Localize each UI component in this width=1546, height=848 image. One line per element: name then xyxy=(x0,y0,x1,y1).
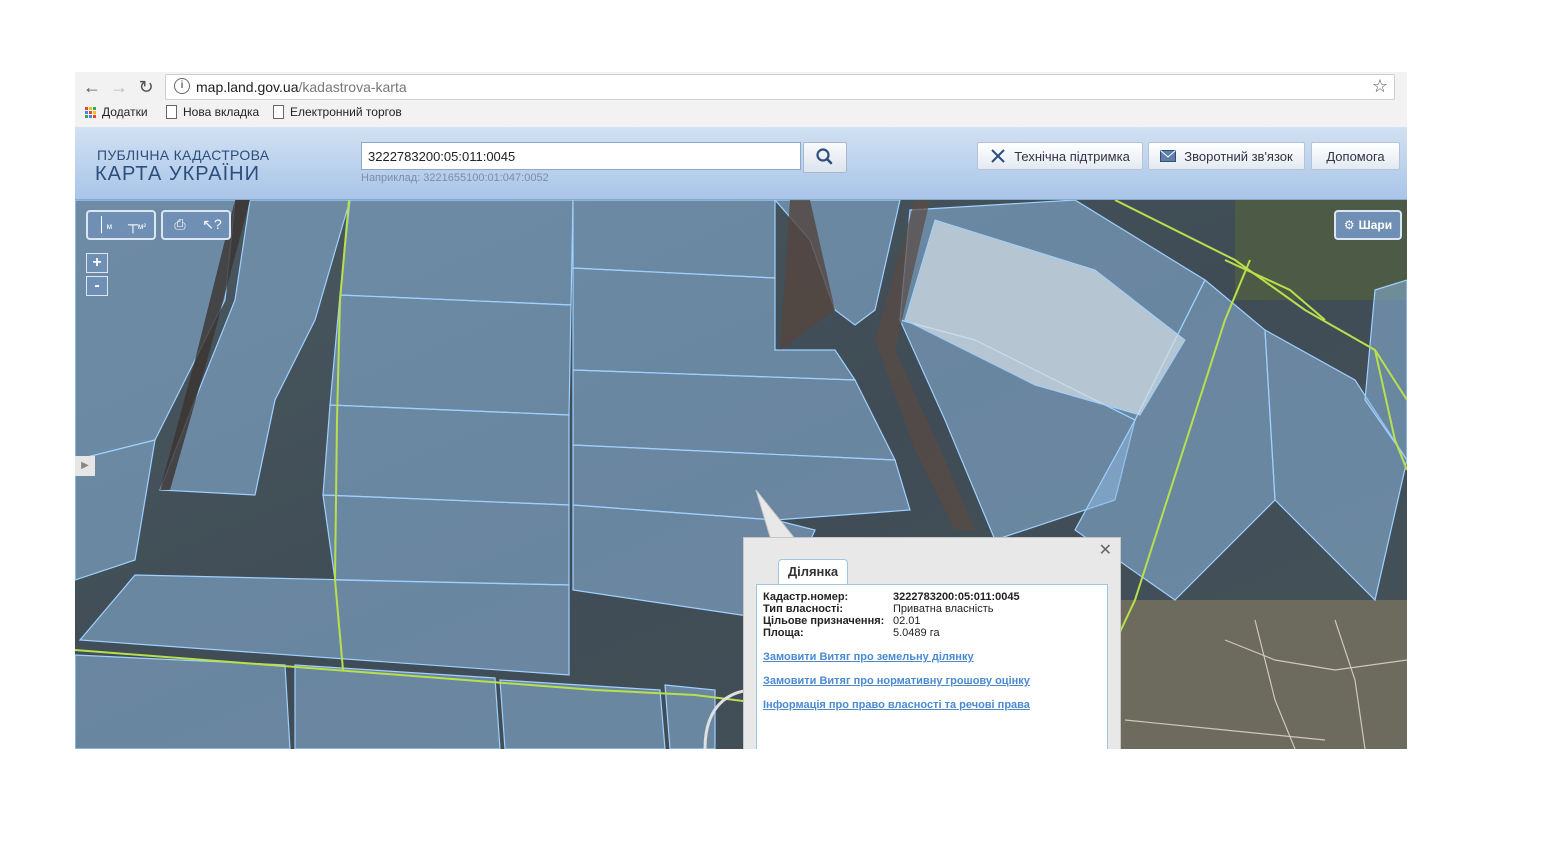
page-icon xyxy=(273,105,284,119)
address-bar[interactable]: i map.land.gov.ua/kadastrova-karta ☆ xyxy=(165,74,1395,100)
tab-parcel[interactable]: Ділянка xyxy=(778,559,848,585)
bookmark-label: Нова вкладка xyxy=(183,105,260,119)
cadastral-search-input[interactable]: 3222783200:05:011:0045 xyxy=(361,142,801,170)
measure-unit-area: м² xyxy=(137,222,147,231)
identify-cursor-icon[interactable]: ↖? xyxy=(196,212,228,236)
support-label: Технічна підтримка xyxy=(1014,148,1130,164)
gear-icon: ⚙ xyxy=(1343,218,1355,232)
bookmark-new-tab[interactable]: Нова вкладка xyxy=(166,105,259,119)
feedback-button[interactable]: Зворотний зв'язок xyxy=(1148,142,1305,170)
link-order-valuation-extract[interactable]: Замовити Витяг про нормативну грошову оц… xyxy=(763,675,1030,687)
measure-toolbar: │м ┬м² xyxy=(86,210,156,240)
parcel-info-popup: ✕ Ділянка Кадастр.номер: 3222783200:05:01… xyxy=(743,537,1121,749)
site-header: ПУБЛІЧНА КАДАСТРОВА КАРТА УКРАЇНИ 322278… xyxy=(75,127,1407,200)
help-button[interactable]: Допомога xyxy=(1311,142,1400,170)
zoom-in-button[interactable]: + xyxy=(86,253,108,273)
field-value: Приватна власність xyxy=(893,603,994,615)
side-panel-toggle[interactable]: ▶ xyxy=(75,456,95,476)
bookmarks-bar: Додатки Нова вкладка Електронний торгов xyxy=(75,102,1407,126)
tools-icon xyxy=(991,149,1005,163)
field-area: Площа: 5.0489 га xyxy=(763,627,940,639)
feedback-label: Зворотний зв'язок xyxy=(1184,148,1293,164)
info-icon[interactable]: i xyxy=(174,78,190,94)
search-value: 3222783200:05:011:0045 xyxy=(368,149,516,164)
technical-support-button[interactable]: Технічна підтримка xyxy=(977,142,1143,170)
search-icon xyxy=(816,148,833,165)
field-key: Кадастр.номер: xyxy=(763,591,849,603)
measure-area-button[interactable]: ┬м² xyxy=(121,212,153,239)
zoom-out-button[interactable]: - xyxy=(86,276,108,296)
url-text[interactable]: map.land.gov.ua/kadastrova-karta xyxy=(196,79,407,95)
forward-arrow-icon[interactable]: → xyxy=(108,76,130,98)
map-canvas[interactable] xyxy=(75,200,1407,749)
field-ownership-type: Тип власності: Приватна власність xyxy=(763,603,993,615)
field-key: Тип власності: xyxy=(763,603,844,615)
field-value: 3222783200:05:011:0045 xyxy=(893,591,1020,603)
measure-unit-m: м xyxy=(106,222,113,231)
help-label: Допомога xyxy=(1326,148,1385,164)
field-key: Цільове призначення: xyxy=(763,615,885,627)
field-key: Площа: xyxy=(763,627,804,639)
bookmark-trade[interactable]: Електронний торгов xyxy=(273,105,420,119)
logo-line-2: КАРТА УКРАЇНИ xyxy=(95,163,260,185)
field-value: 02.01 xyxy=(893,615,921,627)
layers-button[interactable]: ⚙ Шари xyxy=(1334,210,1402,240)
reload-icon[interactable]: ↻ xyxy=(135,76,157,98)
popup-body: Кадастр.номер: 3222783200:05:011:0045 Тип… xyxy=(756,584,1108,749)
close-icon[interactable]: ✕ xyxy=(1099,540,1112,560)
cadastral-map[interactable]: │м ┬м² ⎙ ↖? + - ⚙ Шари ▶ ✕ Ділянка Кадастр… xyxy=(75,200,1407,749)
search-button[interactable] xyxy=(803,142,847,173)
url-path: /kadastrova-karta xyxy=(298,79,407,95)
bookmark-star-icon[interactable]: ☆ xyxy=(1372,76,1388,97)
page-icon xyxy=(166,105,177,119)
print-info-toolbar: ⎙ ↖? xyxy=(161,210,231,240)
browser-window: ← → ↻ i map.land.gov.ua/kadastrova-karta… xyxy=(75,72,1407,749)
link-ownership-info[interactable]: Інформація про право власності та речові… xyxy=(763,699,1030,711)
back-arrow-icon[interactable]: ← xyxy=(81,76,103,98)
browser-toolbar: ← → ↻ i map.land.gov.ua/kadastrova-karta… xyxy=(75,72,1407,127)
field-cadastral-number: Кадастр.номер: 3222783200:05:011:0045 xyxy=(763,591,1020,603)
popup-pointer xyxy=(755,490,797,540)
field-value: 5.0489 га xyxy=(893,627,940,639)
search-hint: Наприклад: 3221655100:01:047:0052 xyxy=(361,172,549,184)
print-icon[interactable]: ⎙ xyxy=(164,212,196,236)
link-order-parcel-extract[interactable]: Замовити Витяг про земельну ділянку xyxy=(763,651,974,663)
apps-grid-icon xyxy=(85,106,96,118)
measure-distance-button[interactable]: │м xyxy=(89,212,121,239)
envelope-icon xyxy=(1160,150,1177,162)
logo-line-1: ПУБЛІЧНА КАДАСТРОВА xyxy=(97,147,270,163)
bookmark-label: Електронний торгов xyxy=(290,105,402,119)
bookmark-apps[interactable]: Додатки xyxy=(85,105,148,119)
bookmark-label: Додатки xyxy=(102,105,148,119)
url-host: map.land.gov.ua xyxy=(196,79,299,95)
layers-label: Шари xyxy=(1358,218,1393,232)
field-purpose: Цільове призначення: 02.01 xyxy=(763,615,921,627)
